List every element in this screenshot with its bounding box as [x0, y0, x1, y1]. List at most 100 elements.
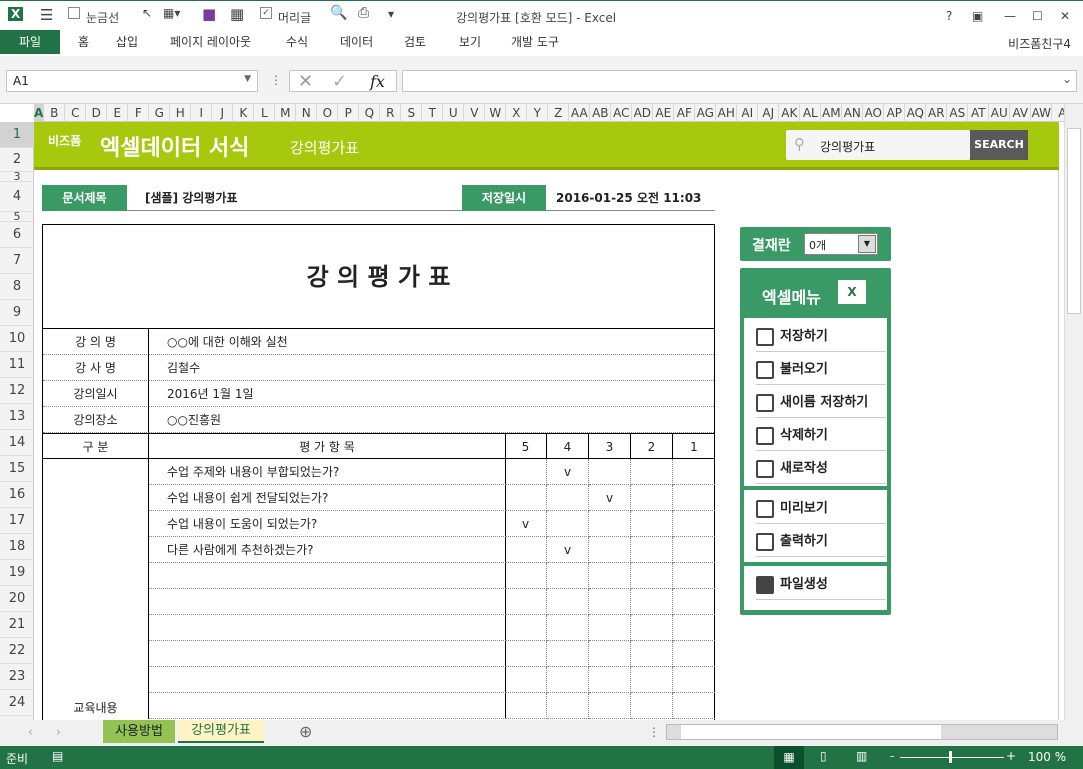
column-header-l[interactable]: L [254, 104, 276, 121]
name-box[interactable]: A1 ▼ [6, 70, 258, 92]
row-header-2[interactable]: 2 [0, 148, 34, 172]
column-header-ar[interactable]: AR [926, 104, 948, 121]
column-header-ak[interactable]: AK [779, 104, 801, 121]
score-cell-4[interactable] [547, 589, 589, 615]
score-cell-5[interactable] [505, 693, 547, 719]
score-cell-2[interactable] [631, 693, 673, 719]
column-header-t[interactable]: T [422, 104, 444, 121]
cancel-icon[interactable]: ✕ [298, 71, 313, 92]
column-header-ae[interactable]: AE [653, 104, 675, 121]
page-break-icon[interactable]: ▥ [856, 749, 867, 763]
score-cell-2[interactable] [631, 511, 673, 537]
column-header-a[interactable]: A [34, 104, 45, 121]
maximize-button[interactable]: ☐ [1032, 9, 1043, 23]
score-cell-3[interactable] [589, 511, 631, 537]
close-button[interactable]: ✕ [1060, 9, 1070, 23]
column-header-f[interactable]: F [128, 104, 150, 121]
tab-2[interactable]: 삽입 [116, 30, 138, 54]
score-cell-1[interactable] [673, 589, 715, 615]
score-cell-5[interactable] [505, 485, 547, 511]
score-cell-2[interactable] [631, 485, 673, 511]
column-header-aa[interactable]: AA [569, 104, 591, 121]
score-cell-1[interactable] [673, 667, 715, 693]
enter-icon[interactable]: ✓ [332, 71, 347, 92]
score-cell-4[interactable] [547, 615, 589, 641]
score-cell-2[interactable] [631, 615, 673, 641]
score-cell-3[interactable] [589, 615, 631, 641]
column-header-ag[interactable]: AG [695, 104, 717, 121]
column-header-y[interactable]: Y [527, 104, 549, 121]
row-header-15[interactable]: 15 [0, 456, 34, 482]
tab-3[interactable]: 페이지 레이아웃 [170, 30, 251, 54]
score-cell-2[interactable] [631, 563, 673, 589]
score-cell-2[interactable] [631, 667, 673, 693]
menu-item[interactable]: 새로작성 [756, 454, 886, 484]
row-header-1[interactable]: 1 [0, 122, 34, 148]
column-header-ai[interactable]: AI [737, 104, 759, 121]
add-sheet-icon[interactable]: ⊕ [299, 722, 312, 741]
tab-7[interactable]: 보기 [459, 30, 481, 54]
sheet-tab-evaluation[interactable]: 강의평가표 [178, 720, 264, 743]
header-checkbox[interactable]: ✓ [260, 7, 272, 19]
next-sheet-icon[interactable]: › [56, 725, 61, 739]
column-header-al[interactable]: AL [800, 104, 822, 121]
minimize-button[interactable]: — [1004, 9, 1016, 23]
chevron-down-icon[interactable]: ▼ [244, 74, 251, 84]
score-cell-4[interactable] [547, 667, 589, 693]
column-header-d[interactable]: D [86, 104, 108, 121]
column-header-x[interactable]: X [506, 104, 528, 121]
column-header-e[interactable]: E [107, 104, 129, 121]
column-header-p[interactable]: P [338, 104, 360, 121]
score-cell-1[interactable] [673, 511, 715, 537]
column-header-k[interactable]: K [233, 104, 255, 121]
score-cell-1[interactable] [673, 563, 715, 589]
column-header-v[interactable]: V [464, 104, 486, 121]
column-header-o[interactable]: O [317, 104, 339, 121]
row-header-6[interactable]: 6 [0, 222, 34, 248]
score-cell-4[interactable] [547, 563, 589, 589]
column-header-an[interactable]: AN [842, 104, 864, 121]
menu-item[interactable]: 삭제하기 [756, 421, 886, 451]
score-cell-5[interactable] [505, 563, 547, 589]
row-header-14[interactable]: 14 [0, 430, 34, 456]
score-cell-1[interactable] [673, 615, 715, 641]
tab-4[interactable]: 수식 [286, 30, 308, 54]
tab-1[interactable]: 홈 [78, 30, 89, 54]
column-header-a[interactable]: A [1052, 104, 1064, 121]
row-header-11[interactable]: 11 [0, 352, 34, 378]
row-header-18[interactable]: 18 [0, 534, 34, 560]
menu-item[interactable]: 저장하기 [756, 322, 886, 352]
score-cell-4[interactable] [547, 511, 589, 537]
more-icon[interactable]: ⋮ [270, 73, 282, 87]
row-header-21[interactable]: 21 [0, 612, 34, 638]
column-header-w[interactable]: W [485, 104, 507, 121]
search-input[interactable]: 강의평가표 [820, 138, 875, 155]
ribbon-display-button[interactable]: ▣ [972, 9, 983, 23]
cell-style-icon[interactable]: ▦▾ [163, 6, 180, 20]
column-header-am[interactable]: AM [821, 104, 843, 121]
menu-item[interactable]: 파일생성 [756, 570, 886, 600]
expand-formula-icon[interactable]: ⌄ [1062, 72, 1072, 86]
column-header-ah[interactable]: AH [716, 104, 738, 121]
score-cell-2[interactable] [631, 641, 673, 667]
sheet-tab-usage[interactable]: 사용방법 [103, 720, 175, 743]
column-header-u[interactable]: U [443, 104, 465, 121]
column-header-r[interactable]: R [380, 104, 402, 121]
score-cell-3[interactable] [589, 693, 631, 719]
column-header-q[interactable]: Q [359, 104, 381, 121]
score-cell-1[interactable] [673, 641, 715, 667]
macro-record-icon[interactable]: ▤ [52, 749, 63, 763]
protect-icon[interactable]: ▦ [230, 5, 244, 23]
menu-item[interactable]: 미리보기 [756, 494, 886, 524]
score-cell-4[interactable] [547, 641, 589, 667]
row-header-3[interactable]: 3 [0, 171, 34, 182]
column-header-ac[interactable]: AC [611, 104, 633, 121]
score-cell-4[interactable] [547, 485, 589, 511]
pointer-icon[interactable]: ↖ [142, 6, 152, 20]
column-header-at[interactable]: AT [968, 104, 990, 121]
score-cell-4[interactable]: v [547, 537, 589, 563]
gridlines-checkbox[interactable] [68, 7, 80, 19]
score-cell-1[interactable] [673, 459, 715, 485]
page-layout-icon[interactable]: ▯ [820, 749, 827, 763]
score-cell-5[interactable] [505, 615, 547, 641]
